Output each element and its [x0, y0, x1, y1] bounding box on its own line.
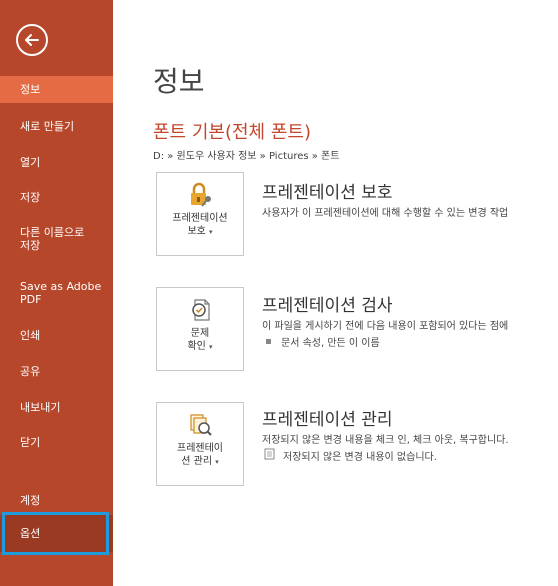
sidebar-item-new[interactable]: 새로 만들기 [0, 113, 113, 140]
protect-section-title: 프레젠테이션 보호 [262, 183, 393, 203]
bullet-icon [266, 339, 271, 344]
back-arrow-icon [25, 34, 39, 46]
sidebar-item-account[interactable]: 계정 [0, 487, 113, 514]
sidebar-item-save-as[interactable]: 다른 이름으로 저장 [0, 222, 113, 256]
page-title: 정보 [153, 65, 205, 98]
sidebar-item-open[interactable]: 열기 [0, 149, 113, 176]
manage-presentation-button[interactable]: 프레젠테이 션 관리 ▾ [156, 402, 244, 486]
check-issues-button[interactable]: 문제 확인 ▾ [156, 287, 244, 371]
dropdown-caret-icon: ▾ [209, 343, 213, 351]
back-button[interactable] [16, 24, 48, 56]
sidebar-item-print[interactable]: 인쇄 [0, 322, 113, 349]
sidebar-item-options[interactable]: 옵션 [0, 515, 113, 552]
sidebar-item-close[interactable]: 닫기 [0, 429, 113, 456]
inspect-section-title: 프레젠테이션 검사 [262, 296, 393, 316]
protect-presentation-button[interactable]: 프레젠테이션 보호 ▾ [156, 172, 244, 256]
backstage-sidebar: 정보 새로 만들기 열기 저장 다른 이름으로 저장 Save as Adobe… [0, 0, 113, 586]
breadcrumb: D: » 윈도우 사용자 정보 » Pictures » 폰트 [153, 151, 340, 162]
sidebar-item-save-as-pdf[interactable]: Save as Adobe PDF [0, 276, 113, 310]
sidebar-item-share[interactable]: 공유 [0, 358, 113, 385]
sidebar-item-save[interactable]: 저장 [0, 184, 113, 211]
protect-section-description: 사용자가 이 프레젠테이션에 대해 수행할 수 있는 변경 작업 [262, 208, 509, 219]
manage-section-description: 저장되지 않은 변경 내용을 체크 인, 체크 아웃, 복구합니다. [262, 435, 509, 446]
backstage-main: 정보 폰트 기본(전체 폰트) D: » 윈도우 사용자 정보 » Pictur… [113, 0, 558, 586]
lock-key-icon [187, 182, 213, 208]
sidebar-item-info[interactable]: 정보 [0, 76, 113, 103]
dropdown-caret-icon: ▾ [215, 458, 219, 466]
document-small-icon [264, 448, 275, 463]
manage-versions-icon [187, 412, 213, 438]
sidebar-item-export[interactable]: 내보내기 [0, 394, 113, 421]
dropdown-caret-icon: ▾ [209, 228, 213, 236]
document-title: 폰트 기본(전체 폰트) [153, 122, 311, 143]
manage-section-title: 프레젠테이션 관리 [262, 410, 393, 430]
inspect-section-item: 문서 속성, 만든 이 이름 [262, 334, 380, 349]
inspect-section-description: 이 파일을 게시하기 전에 다음 내용이 포함되어 있다는 점에 [262, 321, 509, 332]
manage-section-item: 저장되지 않은 변경 내용이 없습니다. [262, 448, 437, 463]
inspect-document-icon [187, 297, 213, 323]
